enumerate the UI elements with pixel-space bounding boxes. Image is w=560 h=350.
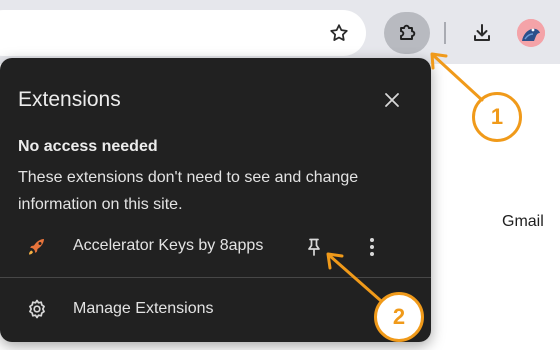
section-description: These extensions don't need to see and c… — [18, 169, 359, 213]
download-icon — [474, 24, 490, 41]
callout-1: 1 — [472, 92, 522, 142]
more-vert-icon — [370, 238, 374, 256]
downloads-button[interactable] — [465, 16, 499, 50]
profile-avatar[interactable] — [517, 19, 545, 47]
gmail-link[interactable]: Gmail — [502, 213, 544, 231]
divider — [0, 277, 431, 278]
section-heading: No access needed — [18, 138, 158, 155]
extension-name: Accelerator Keys by 8apps — [73, 237, 264, 254]
avatar-icon — [517, 19, 545, 47]
extensions-button[interactable] — [384, 12, 430, 54]
browser-toolbar — [0, 0, 560, 64]
toolbar-divider — [444, 22, 446, 44]
puzzle-icon — [400, 24, 416, 40]
callout-2: 2 — [374, 292, 424, 342]
extensions-popup: Extensions No access needed These extens… — [0, 58, 431, 342]
bookmark-star-button[interactable] — [322, 16, 356, 50]
popup-title: Extensions — [18, 88, 121, 111]
star-icon — [330, 24, 348, 41]
pin-icon — [308, 238, 320, 256]
manage-extensions-label: Manage Extensions — [73, 300, 214, 317]
gear-icon — [25, 297, 49, 321]
close-button[interactable] — [378, 86, 406, 114]
close-icon — [385, 93, 399, 107]
extension-row[interactable]: Accelerator Keys by 8apps — [0, 228, 431, 266]
manage-extensions-row[interactable]: Manage Extensions — [0, 290, 431, 328]
address-bar[interactable] — [0, 10, 366, 56]
more-options-button[interactable] — [358, 233, 386, 261]
pin-extension-button[interactable] — [300, 233, 328, 261]
rocket-icon — [25, 235, 49, 259]
